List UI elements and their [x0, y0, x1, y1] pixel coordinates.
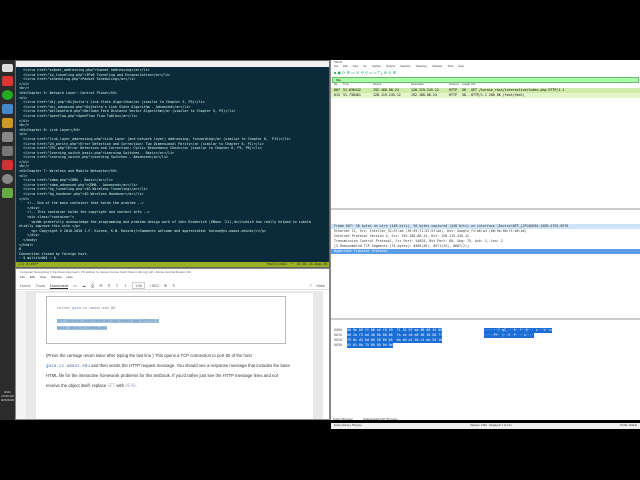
offsets-line: 0030: [334, 343, 342, 347]
packet-details[interactable]: Frame 607: 56 bytes on wire (448 bits), …: [331, 210, 640, 320]
save-icon[interactable]: ▭: [73, 283, 77, 288]
menu-statistics[interactable]: Statistics: [400, 65, 410, 70]
line-wrap: ···u····: [517, 333, 534, 338]
sign-icon[interactable]: ✎: [172, 283, 175, 288]
terminal-line: ~ $ multiln001 ~ $: [19, 256, 56, 261]
line-wrap: ·····Pf· j··V··P·: [484, 333, 518, 338]
packet-no: 615: [334, 93, 340, 97]
byte-offsets: 0000 0010 0020 0030: [334, 328, 342, 348]
status-bar: Frame (frame), 56 bytes Packets: 1396 · …: [331, 423, 640, 429]
clock[interactable]: ENG 10:30 AM 9/25/2020: [0, 390, 15, 402]
code-line-selected[interactable]: Host: gaia.cs.umass.edu: [57, 326, 107, 330]
packet-bytes[interactable]: 0000 0010 0020 0030 00 9e 00 f1 b6 a4 f8 59…: [331, 320, 640, 418]
code-box: telnet gaia.cs.umass.edu 80 GET /kurose_…: [46, 296, 286, 344]
tab-tools[interactable]: Tools: [36, 283, 45, 288]
packet-info: HTTP/1.1 200 OK (text/html): [471, 93, 525, 97]
packet-list[interactable]: No. Time Source Destination Protocol Len…: [331, 83, 640, 210]
packet-proto: HTTP: [449, 93, 457, 97]
tmux-status-bar: [1] 0:zsh* "multiln01: ~" 10:30 25-Aug-2…: [16, 262, 329, 267]
menu-view[interactable]: View: [40, 275, 46, 279]
menu-window[interactable]: Window: [51, 275, 62, 279]
page-count: / 852: [149, 283, 159, 288]
date: 9/25/2020: [0, 398, 15, 402]
tab-home[interactable]: Home: [20, 283, 31, 288]
search-icon[interactable]: ⚲: [108, 283, 111, 288]
toolbar: Home Tools Document ▭ ☁ ⎙ ✉ ⚲ ⇧ ⇩ 136 / …: [16, 280, 329, 290]
page-number-input[interactable]: 136: [132, 282, 145, 289]
help-icon[interactable]: ?: [309, 283, 311, 288]
paragraph: (Press the carriage return twice after t…: [46, 351, 291, 391]
line-wrap: 0030: [334, 343, 342, 348]
hex-line: 02 01 0b 75 00 00 0d 0a: [347, 343, 393, 348]
menu-tools[interactable]: Tools: [447, 65, 453, 70]
text: .: [135, 382, 137, 388]
wireshark-app-icon[interactable]: [2, 188, 13, 198]
terminal-window[interactable]: <li><a href="subnet_addressing.php">Subn…: [15, 60, 330, 268]
comment-icon[interactable]: ✉: [164, 283, 167, 288]
packet-dst: 192.168.86.24: [411, 93, 437, 97]
status-profile[interactable]: Profile: Default: [620, 424, 637, 428]
tmux-status-right: "multiln01: ~" 10:30 25-Aug-20: [265, 262, 327, 266]
text: (Press the carriage return twice after t…: [46, 353, 252, 358]
status-packet-count: Packets: 1396 · Displayed: 2 (0.1%): [470, 424, 512, 427]
app-icon[interactable]: [2, 90, 13, 100]
terminal-output[interactable]: <li><a href="subnet_addressing.php">Subn…: [16, 67, 329, 262]
packet-row[interactable]: 615 51.730461 128.119.245.12 192.168.86.24 H…: [331, 93, 640, 98]
email-icon[interactable]: ✉: [99, 283, 102, 288]
toolbar: ■ ◼ ⟳ ⚙ ▭ ✕ ⟲ ⚲ ⇦ ⇨ ⤒ ⤓ ⊕ ⊖ ⊞: [334, 70, 396, 75]
menu-help[interactable]: Help: [458, 65, 463, 70]
user-menu[interactable]: Mike: [317, 283, 325, 288]
packet-src: 128.119.245.12: [373, 93, 401, 97]
desktop: ENG 10:30 AM 9/25/2020 <li><a href="subn…: [0, 60, 640, 429]
code-get: GET: [107, 383, 116, 389]
start-icon[interactable]: [2, 64, 13, 72]
menu-edit[interactable]: Edit: [30, 275, 35, 279]
detail-row[interactable]: Hypertext Transfer Protocol: [331, 249, 640, 254]
line-wrap: 02 01 0b 75 00 00 0d 0a: [347, 343, 393, 348]
code-head: HEAD: [125, 383, 136, 389]
menu-wireless[interactable]: Wireless: [432, 65, 442, 70]
app-icon[interactable]: [2, 118, 13, 128]
terminal-line: <li><a href="link_layer_addressing.php">…: [19, 136, 291, 141]
ascii-dump[interactable]: ·······Y q2_···E··*··@··· z···V··w·····P…: [484, 328, 564, 338]
upload-icon[interactable]: ☁: [82, 283, 86, 288]
wireshark-window[interactable]: *Wi-Fi File Edit View Go Capture Analyze Stati…: [330, 60, 640, 429]
page-up-icon[interactable]: ⇧: [116, 283, 119, 288]
app-icon[interactable]: [2, 174, 13, 184]
terminal-app-icon[interactable]: [2, 146, 13, 156]
host-code: gaia.cs.umass.edu: [46, 363, 90, 369]
text: with: [115, 382, 126, 388]
tab-frame-bytes[interactable]: Frame (56 bytes): [333, 418, 353, 421]
page-down-icon[interactable]: ⇩: [124, 283, 127, 288]
hex-dump[interactable]: 00 9e 00 f1 b6 a4 f8 59 71 32 5f aa 08 0…: [347, 328, 479, 348]
taskbar: ENG 10:30 AM 9/25/2020: [0, 60, 15, 420]
code-line-selected[interactable]: GET /kurose_ross/interactive/index.php H…: [57, 319, 159, 323]
ascii-line: ···u····: [517, 333, 534, 338]
acrobat-window[interactable]: Computer Networking A Top-Down Approach,…: [15, 268, 330, 420]
ascii-line: ·····Pf· j··V··P·: [484, 333, 518, 338]
print-icon[interactable]: ⎙: [91, 283, 94, 288]
acrobat-app-icon[interactable]: [2, 160, 13, 170]
menu-telephony[interactable]: Telephony: [416, 65, 428, 70]
packet-len: 58..: [462, 93, 470, 97]
app-icon[interactable]: [2, 132, 13, 142]
tab-document[interactable]: Document: [50, 283, 69, 289]
packet-time: 51.730461: [343, 93, 361, 97]
side-panel: [16, 291, 26, 419]
menu-help[interactable]: Help: [67, 275, 73, 279]
status-field-info: Frame (frame), 56 bytes: [334, 424, 362, 427]
tab-reassembled-tcp[interactable]: Reassembled TCP (76 bytes): [363, 418, 397, 421]
brave-app-icon[interactable]: [2, 76, 13, 86]
code-line: telnet gaia.cs.umass.edu 80: [57, 306, 116, 310]
tmux-window-list: [1] 0:zsh*: [18, 262, 39, 266]
menu-file[interactable]: File: [20, 275, 25, 279]
file-explorer-icon[interactable]: [2, 104, 13, 114]
